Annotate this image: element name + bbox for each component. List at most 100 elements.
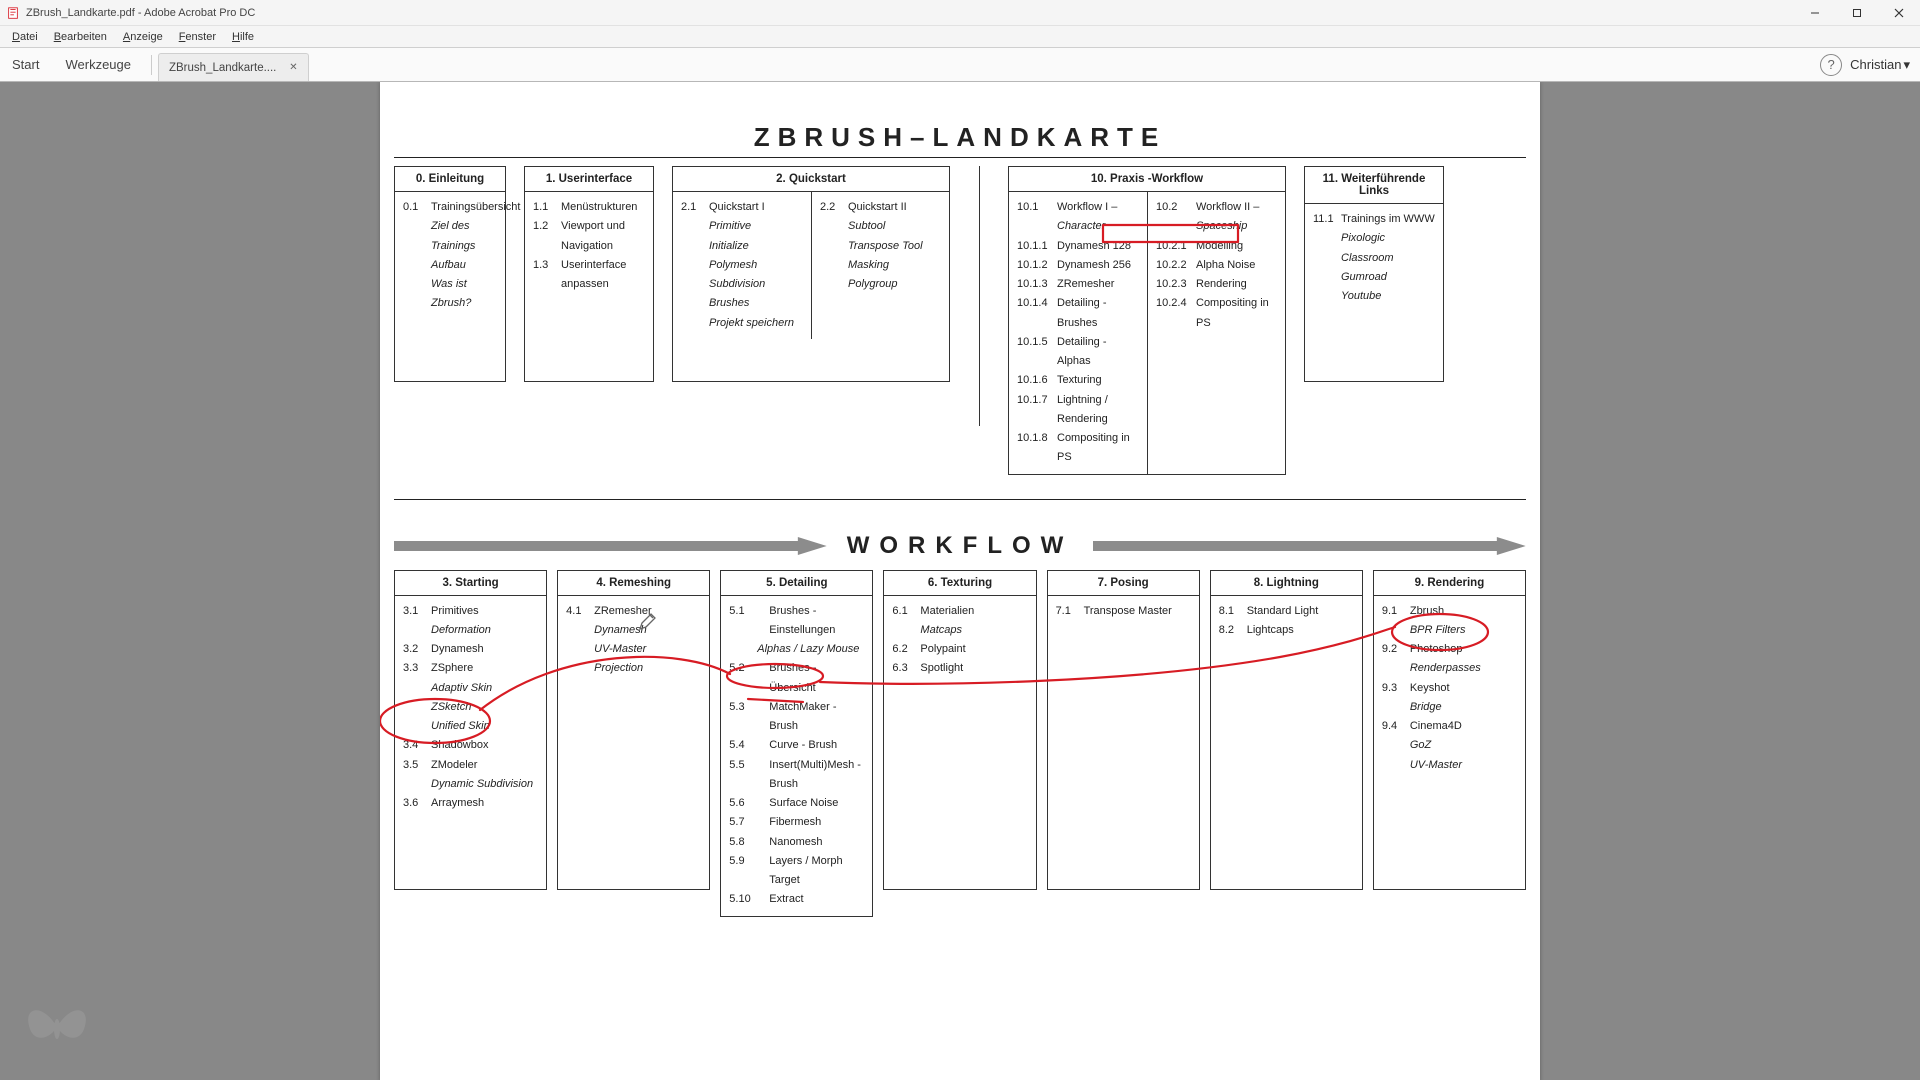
list-subitem: Youtube	[1313, 287, 1435, 306]
list-item: 6.2Polypaint	[892, 640, 1027, 659]
box-header: 4. Remeshing	[558, 571, 709, 596]
box-header: 8. Lightning	[1211, 571, 1362, 596]
box-body: 4.1ZRemesherDynameshUV-MasterProjection	[558, 596, 709, 685]
window-controls	[1794, 0, 1920, 26]
document-tab[interactable]: ZBrush_Landkarte.... ✕	[158, 53, 309, 81]
list-item: 5.10Extract	[729, 890, 864, 909]
list-item: 10.2.3Rendering	[1156, 275, 1277, 294]
box-header: 1. Userinterface	[525, 167, 653, 192]
list-item: 5.4Curve - Brush	[729, 736, 864, 755]
box-body-right: 2.2Quickstart IISubtoolTranspose ToolMas…	[811, 192, 949, 339]
nav-start[interactable]: Start	[6, 53, 45, 76]
mid-rule	[394, 499, 1526, 500]
box-10-praxis: 10. Praxis -Workflow 10.1Workflow I – Ch…	[1008, 166, 1286, 475]
tab-close-icon[interactable]: ✕	[286, 61, 300, 75]
toolbar: Start Werkzeuge ZBrush_Landkarte.... ✕ ?…	[0, 48, 1920, 82]
menu-item[interactable]: Fenster	[171, 26, 224, 47]
window-minimize-button[interactable]	[1794, 0, 1836, 26]
list-subitem: Initialize	[681, 237, 803, 256]
box-header: 3. Starting	[395, 571, 546, 596]
box-7-posing: 7. Posing 7.1Transpose Master	[1047, 570, 1200, 890]
list-item: 10.1.3ZRemesher	[1017, 275, 1139, 294]
list-item: 1.1Menüstrukturen	[533, 198, 645, 217]
box-body-left: 2.1Quickstart IPrimitiveInitializePolyme…	[673, 192, 811, 339]
list-item: 1.2Viewport und Navigation	[533, 217, 645, 256]
list-subitem: Primitive	[681, 217, 803, 236]
list-item: 3.3ZSphere	[403, 659, 538, 678]
box-body: 7.1Transpose Master	[1048, 596, 1199, 627]
list-item: 5.1Brushes - Einstellungen	[729, 602, 864, 641]
list-item: 5.8Nanomesh	[729, 833, 864, 852]
list-subitem: Alphas / Lazy Mouse	[729, 640, 864, 659]
list-subitem: Subdivision	[681, 275, 803, 294]
user-menu[interactable]: Christian ▾	[1850, 57, 1914, 73]
help-icon[interactable]: ?	[1820, 54, 1842, 76]
box-header: 10. Praxis -Workflow	[1009, 167, 1285, 192]
acrobat-icon	[6, 6, 20, 20]
box-header: 0. Einleitung	[395, 167, 505, 192]
list-item: 10.1.8Compositing in PS	[1017, 429, 1139, 468]
arrow-left	[394, 537, 827, 555]
pdf-page: ZBRUSH–LANDKARTE 0. Einleitung 0.1Traini…	[380, 82, 1540, 1080]
list-item: 10.2.1Modelling	[1156, 237, 1277, 256]
top-boxes-row: 0. Einleitung 0.1TrainingsübersichtZiel …	[394, 166, 1526, 475]
menu-item[interactable]: Anzeige	[115, 26, 171, 47]
menu-item[interactable]: Bearbeiten	[46, 26, 115, 47]
list-subitem: Dynamesh	[566, 621, 701, 640]
list-item: 10.2.2Alpha Noise	[1156, 256, 1277, 275]
doc-main-title: ZBRUSH–LANDKARTE	[394, 122, 1526, 153]
box-body: 8.1Standard Light8.2Lightcaps	[1211, 596, 1362, 647]
list-subitem: Gumroad	[1313, 268, 1435, 287]
menu-item[interactable]: Hilfe	[224, 26, 262, 47]
nav-tools[interactable]: Werkzeuge	[59, 53, 137, 76]
list-item: 3.2Dynamesh	[403, 640, 538, 659]
list-item: 10.2Workflow II – Spaceship	[1156, 198, 1277, 237]
list-item: 10.1.5Detailing - Alphas	[1017, 333, 1139, 372]
document-viewport[interactable]: ZBRUSH–LANDKARTE 0. Einleitung 0.1Traini…	[0, 82, 1920, 1080]
list-subitem: Renderpasses	[1382, 659, 1517, 678]
list-subitem: Dynamic Subdivision	[403, 775, 538, 794]
box-9-rendering: 9. Rendering 9.1ZbrushBPR Filters9.2Phot…	[1373, 570, 1526, 890]
box-0-einleitung: 0. Einleitung 0.1TrainingsübersichtZiel …	[394, 166, 506, 382]
list-subitem: Brushes	[681, 294, 803, 313]
box-body: 0.1TrainingsübersichtZiel des TrainingsA…	[395, 192, 505, 320]
box-5-detailing: 5. Detailing 5.1Brushes - EinstellungenA…	[720, 570, 873, 917]
vertical-divider-wrap	[968, 166, 990, 426]
user-name: Christian	[1850, 57, 1901, 72]
box-header: 5. Detailing	[721, 571, 872, 596]
box-body: 1.1Menüstrukturen1.2Viewport und Navigat…	[525, 192, 653, 300]
list-item: 6.3Spotlight	[892, 659, 1027, 678]
list-item: 10.1.2Dynamesh 256	[1017, 256, 1139, 275]
list-item: 5.3MatchMaker - Brush	[729, 698, 864, 737]
chevron-down-icon: ▾	[1903, 57, 1910, 73]
box-6-texturing: 6. Texturing 6.1MaterialienMatcaps6.2Pol…	[883, 570, 1036, 890]
list-item: 4.1ZRemesher	[566, 602, 701, 621]
list-item: 5.7Fibermesh	[729, 813, 864, 832]
menu-item[interactable]: Datei	[4, 26, 46, 47]
window-maximize-button[interactable]	[1836, 0, 1878, 26]
box-body: 5.1Brushes - EinstellungenAlphas / Lazy …	[721, 596, 872, 916]
box-header: 7. Posing	[1048, 571, 1199, 596]
list-subitem: Polygroup	[820, 275, 941, 294]
list-subitem: Pixologic Classroom	[1313, 229, 1435, 268]
list-subitem: Transpose Tool	[820, 237, 941, 256]
list-item: 9.3Keyshot	[1382, 679, 1517, 698]
workflow-heading: WORKFLOW	[847, 532, 1074, 560]
window-close-button[interactable]	[1878, 0, 1920, 26]
box-1-userinterface: 1. Userinterface 1.1Menüstrukturen1.2Vie…	[524, 166, 654, 382]
list-item: 5.2Brushes - Übersicht	[729, 659, 864, 698]
list-item: 6.1Materialien	[892, 602, 1027, 621]
bottom-boxes-row: 3. Starting 3.1PrimitivesDeformation3.2D…	[394, 570, 1526, 917]
window-titlebar: ZBrush_Landkarte.pdf - Adobe Acrobat Pro…	[0, 0, 1920, 26]
list-subitem: Adaptiv Skin	[403, 679, 538, 698]
list-subitem: Projection	[566, 659, 701, 678]
box-body-left: 10.1Workflow I – Character10.1.1Dynamesh…	[1009, 192, 1147, 474]
list-subitem: Polymesh	[681, 256, 803, 275]
list-item: 10.1.4Detailing - Brushes	[1017, 294, 1139, 333]
box-header: 11. Weiterführende Links	[1305, 167, 1443, 204]
list-item: 1.3Userinterface anpassen	[533, 256, 645, 295]
watermark-icon	[22, 997, 92, 1060]
list-item: 10.2.4Compositing in PS	[1156, 294, 1277, 333]
vertical-divider	[979, 166, 980, 426]
list-item: 3.5ZModeler	[403, 756, 538, 775]
